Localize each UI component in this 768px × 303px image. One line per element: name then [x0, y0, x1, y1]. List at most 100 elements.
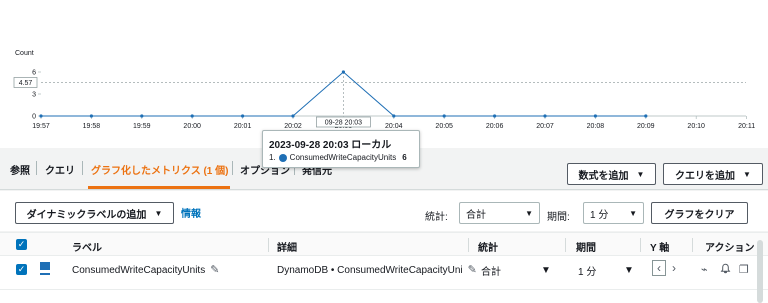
line-style-indicator: [40, 273, 50, 275]
caret-down-icon[interactable]: ▼: [541, 265, 551, 276]
tab-divider: [36, 161, 37, 175]
x-tick-label: 20:07: [536, 123, 554, 130]
table-scrollbar[interactable]: [757, 240, 763, 303]
tooltip-metric: ConsumedWriteCapacityUnits: [289, 153, 397, 162]
x-tick-label: 20:11: [738, 123, 755, 130]
column-divider: [692, 238, 693, 252]
y-axis-right-button[interactable]: ›: [667, 260, 681, 276]
graphed-metrics-table: ✓ ラベル 詳細 統計 期間 Y 軸 アクション ✓ ConsumedWrite…: [0, 232, 768, 303]
caret-down-icon: ▼: [743, 169, 751, 179]
period-select[interactable]: 1 分 ▼: [583, 202, 644, 224]
column-details: 詳細: [277, 243, 297, 254]
data-point[interactable]: [241, 114, 245, 118]
data-point[interactable]: [593, 114, 598, 118]
caret-down-icon: ▼: [636, 169, 645, 179]
x-axis-ticks: 19:5719:5819:5920:0020:0120:0220:0320:04…: [32, 116, 755, 130]
y-tick-label: 0: [32, 114, 36, 121]
tab-graphed-metrics[interactable]: グラフ化したメトリクス (1 個): [91, 162, 228, 177]
row-period[interactable]: 1 分: [578, 263, 596, 278]
add-query-button[interactable]: クエリを追加 ▼: [663, 163, 763, 185]
table-header: ✓ ラベル 詳細 統計 期間 Y 軸 アクション: [0, 232, 768, 256]
metric-graph-panel: Count 6 3 0 4.57 19:57 19:58 19:59 20:00 20:01…: [0, 0, 768, 148]
column-period: 期間: [576, 243, 596, 254]
y-axis-toggle: ‹ ›: [652, 260, 681, 276]
series-color-swatch[interactable]: [40, 262, 50, 276]
caret-down-icon[interactable]: ▼: [624, 265, 634, 276]
row-checkbox[interactable]: ✓: [16, 264, 27, 275]
x-tick-label: 19:59: [133, 123, 151, 130]
info-link[interactable]: 情報: [181, 205, 201, 220]
x-tick-label: 20:06: [486, 123, 504, 130]
period-value: 1 分: [590, 209, 609, 221]
column-divider: [640, 238, 641, 252]
x-tick-label: 20:01: [234, 123, 252, 130]
period-label: 期間:: [547, 212, 570, 223]
add-query-label: クエリを追加: [675, 170, 736, 182]
row-label: ConsumedWriteCapacityUnits: [72, 265, 206, 276]
line-chart: Count 6 3 0 4.57 19:57 19:58 19:59 20:00 20:01…: [13, 50, 755, 130]
graphed-metrics-toolbar: ダイナミックラベルの追加 ▼ 情報 統計: 合計 ▼ 期間: 1 分 ▼ グラフ…: [0, 191, 768, 231]
y-axis-left-button[interactable]: ‹: [652, 260, 666, 276]
y-tick-label: 3: [32, 92, 36, 99]
add-formula-label: 数式を追加: [578, 170, 629, 182]
row-statistic[interactable]: 合計: [481, 263, 501, 278]
add-formula-button[interactable]: 数式を追加 ▼: [567, 163, 656, 185]
row-details-cell[interactable]: DynamoDB • ConsumedWriteCapacityUni ✎: [277, 263, 477, 276]
tab-divider: [232, 161, 233, 175]
table-row: ✓ ConsumedWriteCapacityUnits ✎ DynamoDB •…: [0, 256, 768, 290]
data-point[interactable]: [493, 114, 497, 118]
x-tick-label: 20:10: [687, 123, 705, 130]
data-point[interactable]: [442, 114, 446, 118]
statistic-select[interactable]: 合計 ▼: [459, 202, 540, 224]
caret-down-icon: ▼: [525, 208, 533, 218]
y-axis-label: Count: [15, 50, 34, 57]
tab-browse[interactable]: 参照: [10, 162, 30, 177]
tab-query[interactable]: クエリ: [45, 162, 75, 177]
alarm-bell-icon[interactable]: [720, 263, 731, 277]
color-fill: [40, 262, 50, 270]
statistic-label: 統計:: [425, 212, 448, 223]
crosshair-label: 09-28 20:03: [325, 120, 362, 127]
edit-pencil-icon[interactable]: ✎: [210, 263, 219, 276]
column-actions: アクション: [705, 243, 755, 254]
y-highlight-label: 4.57: [19, 80, 33, 87]
column-y-axis: Y 軸: [650, 243, 670, 254]
datapoint-tooltip: 2023-09-28 20:03 ローカル 1. ConsumedWriteCa…: [262, 130, 420, 168]
data-point[interactable]: [392, 114, 396, 118]
data-point[interactable]: [89, 114, 93, 118]
select-all-checkbox[interactable]: ✓: [16, 239, 27, 250]
anomaly-detection-icon[interactable]: ⌁: [701, 263, 708, 276]
x-tick-label: 20:00: [183, 123, 201, 130]
tooltip-row: 1. ConsumedWriteCapacityUnits 6: [269, 153, 407, 162]
column-label: ラベル: [72, 243, 102, 254]
column-divider: [565, 238, 566, 252]
add-dynamic-label-button[interactable]: ダイナミックラベルの追加 ▼: [15, 202, 174, 224]
data-point[interactable]: [39, 114, 43, 118]
data-point[interactable]: [140, 114, 144, 118]
tooltip-index: 1.: [269, 153, 276, 162]
data-point[interactable]: [291, 114, 295, 118]
caret-down-icon: ▼: [629, 208, 637, 218]
data-point[interactable]: [190, 114, 194, 118]
x-tick-label: 20:08: [587, 123, 605, 130]
data-point[interactable]: [644, 114, 648, 118]
crosshair: 09-28 20:03: [316, 72, 371, 128]
column-statistic: 統計: [478, 243, 498, 254]
row-label-cell[interactable]: ConsumedWriteCapacityUnits ✎: [72, 263, 219, 276]
edit-pencil-icon[interactable]: ✎: [468, 263, 477, 276]
data-point[interactable]: [341, 70, 345, 74]
column-divider: [268, 238, 269, 252]
x-tick-label: 19:57: [32, 123, 50, 130]
x-tick-label: 20:02: [284, 123, 302, 130]
series-color-dot-icon: [278, 153, 287, 162]
y-tick-label: 6: [32, 70, 36, 77]
caret-down-icon: ▼: [154, 208, 163, 218]
tooltip-title: 2023-09-28 20:03 ローカル: [269, 140, 392, 151]
clear-graph-button[interactable]: グラフをクリア: [651, 202, 748, 224]
duplicate-icon[interactable]: ❐: [739, 263, 749, 276]
statistic-value: 合計: [466, 209, 486, 221]
x-tick-label: 19:58: [83, 123, 101, 130]
data-point[interactable]: [543, 114, 547, 118]
clear-graph-label: グラフをクリア: [664, 209, 735, 221]
column-divider: [468, 238, 469, 252]
